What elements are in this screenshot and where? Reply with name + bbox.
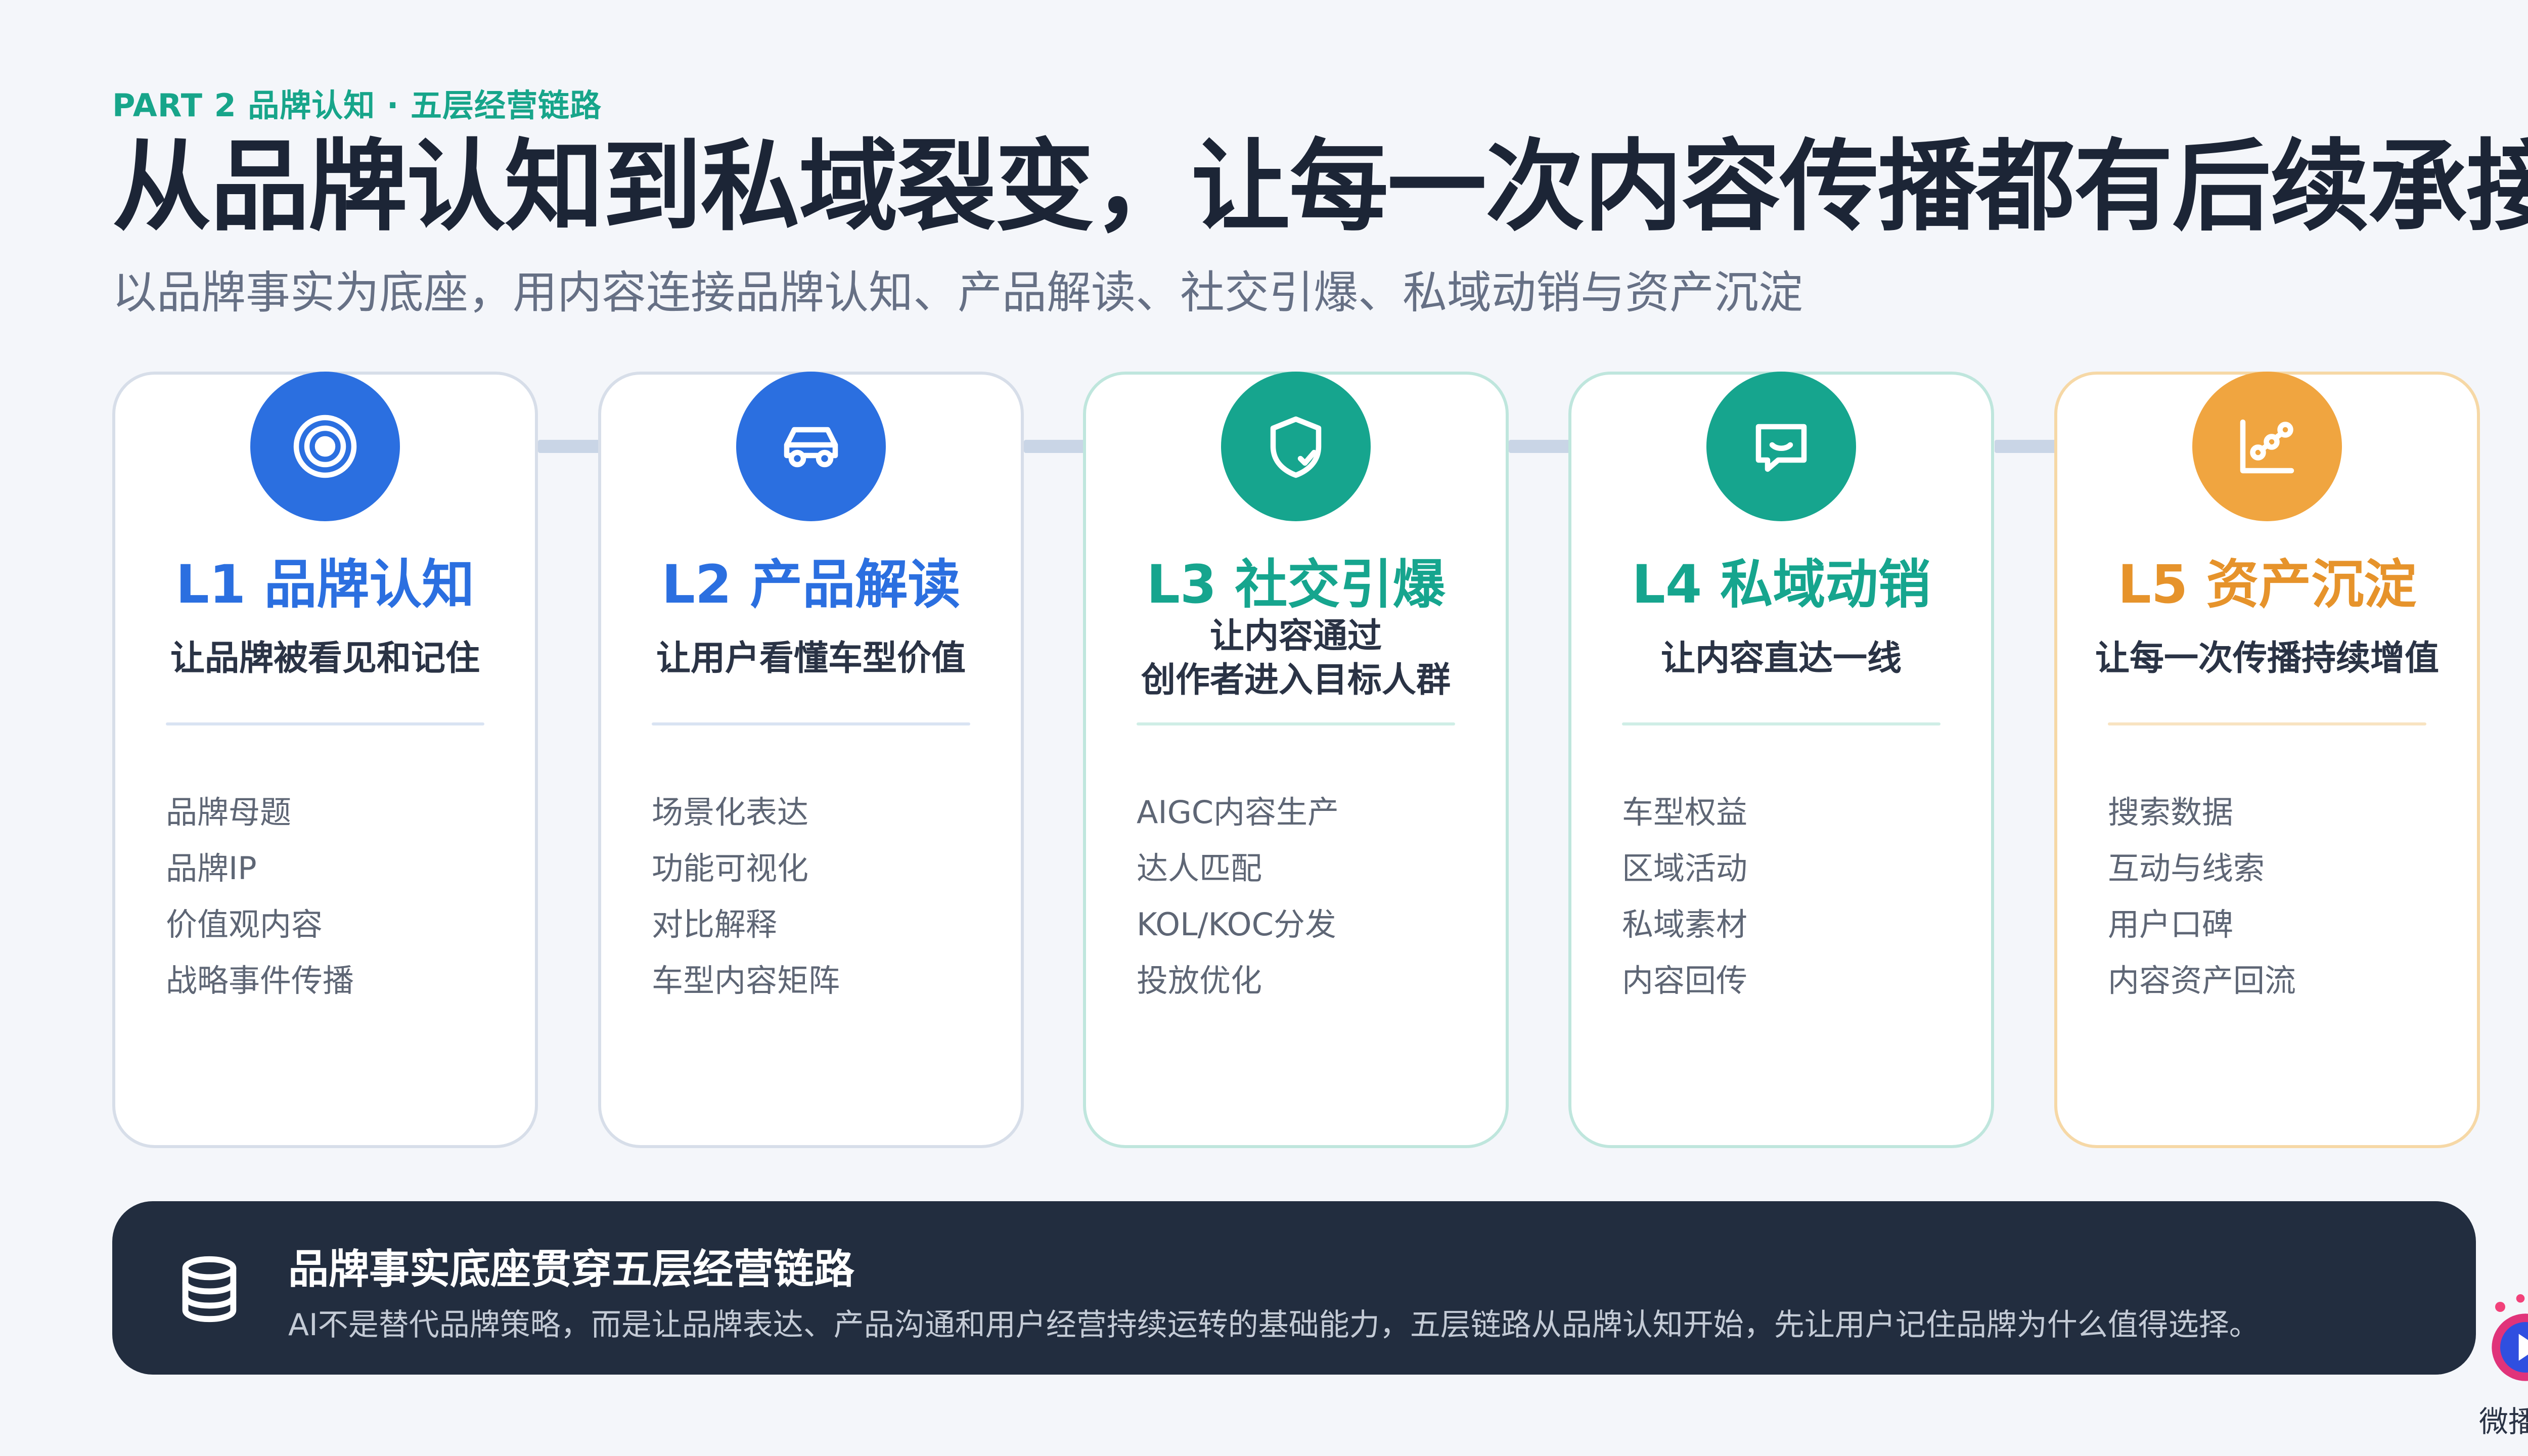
layer-card-l5: L5 资产沉淀 让每一次传播持续增值 搜索数据 互动与线索 用户口碑 内容资产回… <box>2054 372 2480 1148</box>
list-item: 对比解释 <box>652 906 778 943</box>
card-level-title: L5 资产沉淀 <box>2117 554 2417 615</box>
card-connector <box>1995 440 2060 453</box>
foundation-banner: 品牌事实底座贯穿五层经营链路 AI不是替代品牌策略，而是让品牌表达、产品沟通和用… <box>112 1201 2476 1375</box>
banner-text: AI不是替代品牌策略，而是让品牌表达、产品沟通和用户经营持续运转的基础能力，五层… <box>288 1307 2260 1343</box>
card-level-title: L1 品牌认知 <box>175 554 475 615</box>
list-item: 投放优化 <box>1137 962 1262 999</box>
list-item: 品牌母题 <box>166 794 292 831</box>
page-title: 从品牌认知到私域裂变，让每一次内容传播都有后续承接 <box>112 129 2528 245</box>
card-divider <box>1622 722 1940 725</box>
card-item-list: AIGC内容生产 达人匹配 KOL/KOC分发 投放优化 <box>1137 784 1339 1009</box>
card-item-list: 搜索数据 互动与线索 用户口碑 内容资产回流 <box>2108 784 2296 1009</box>
list-item: 场景化表达 <box>652 794 809 831</box>
card-level-title: L3 社交引爆 <box>1146 554 1446 615</box>
layer-card-l3: L3 社交引爆 让内容通过 创作者进入目标人群 AIGC内容生产 达人匹配 KO… <box>1083 372 1509 1148</box>
card-level-title: L4 私域动销 <box>1632 554 1931 615</box>
list-item: 互动与线索 <box>2108 850 2265 887</box>
list-item: 区域活动 <box>1622 850 1748 887</box>
card-tagline-line: 让内容通过 <box>1209 616 1382 656</box>
section-kicker: PART 2 品牌认知 · 五层经营链路 <box>112 87 602 124</box>
card-tagline: 让内容直达一线 <box>1660 639 1902 678</box>
list-item: 内容资产回流 <box>2108 962 2296 999</box>
chat-icon <box>1706 372 1856 521</box>
list-item: 战略事件传播 <box>166 962 354 999</box>
card-connector <box>1509 440 1574 453</box>
card-divider <box>652 722 970 725</box>
list-item: 达人匹配 <box>1137 850 1262 887</box>
logo-text: 微播易 <box>2478 1404 2528 1439</box>
card-level-title: L2 产品解读 <box>661 554 961 615</box>
banner-title: 品牌事实底座贯穿五层经营链路 <box>288 1246 854 1293</box>
list-item: 车型权益 <box>1622 794 1748 831</box>
layer-card-l4: L4 私域动销 让内容直达一线 车型权益 区域活动 私域素材 内容回传 <box>1568 372 1994 1148</box>
card-divider <box>2108 722 2426 725</box>
layer-card-l2: L2 产品解读 让用户看懂车型价值 场景化表达 功能可视化 对比解释 车型内容矩… <box>598 372 1024 1148</box>
card-tagline: 让内容通过 创作者进入目标人群 <box>1086 614 1506 702</box>
card-divider <box>166 722 484 725</box>
chart-network-icon <box>2192 372 2342 521</box>
brand-logo: 微播易 <box>2472 1292 2528 1443</box>
page-subtitle: 以品牌事实为底座，用内容连接品牌认知、产品解读、社交引爆、私域动销与资产沉淀 <box>112 266 1803 318</box>
card-connector <box>1024 440 1090 453</box>
list-item: 搜索数据 <box>2108 794 2234 831</box>
card-tagline: 让每一次传播持续增值 <box>2095 639 2439 678</box>
list-item: 价值观内容 <box>166 906 323 943</box>
list-item: 品牌IP <box>166 850 257 887</box>
shield-check-icon <box>1221 372 1371 521</box>
list-item: 用户口碑 <box>2108 906 2234 943</box>
target-icon <box>250 372 400 521</box>
card-tagline: 让品牌被看见和记住 <box>170 639 480 678</box>
play-logo-icon <box>2492 1294 2528 1381</box>
list-item: AIGC内容生产 <box>1137 794 1339 831</box>
list-item: 车型内容矩阵 <box>652 962 840 999</box>
list-item: 内容回传 <box>1622 962 1748 999</box>
car-icon <box>736 372 886 521</box>
list-item: 私域素材 <box>1622 906 1748 943</box>
card-divider <box>1137 722 1455 725</box>
card-item-list: 品牌母题 品牌IP 价值观内容 战略事件传播 <box>166 784 354 1009</box>
list-item: 功能可视化 <box>652 850 809 887</box>
layer-card-l1: L1 品牌认知 让品牌被看见和记住 品牌母题 品牌IP 价值观内容 战略事件传播 <box>112 372 538 1148</box>
card-tagline: 让用户看懂车型价值 <box>656 639 966 678</box>
card-connector <box>538 440 604 453</box>
card-item-list: 场景化表达 功能可视化 对比解释 车型内容矩阵 <box>652 784 840 1009</box>
database-icon <box>182 1256 237 1323</box>
list-item: KOL/KOC分发 <box>1137 906 1336 943</box>
card-tagline-line: 创作者进入目标人群 <box>1141 660 1451 701</box>
card-item-list: 车型权益 区域活动 私域素材 内容回传 <box>1622 784 1747 1009</box>
